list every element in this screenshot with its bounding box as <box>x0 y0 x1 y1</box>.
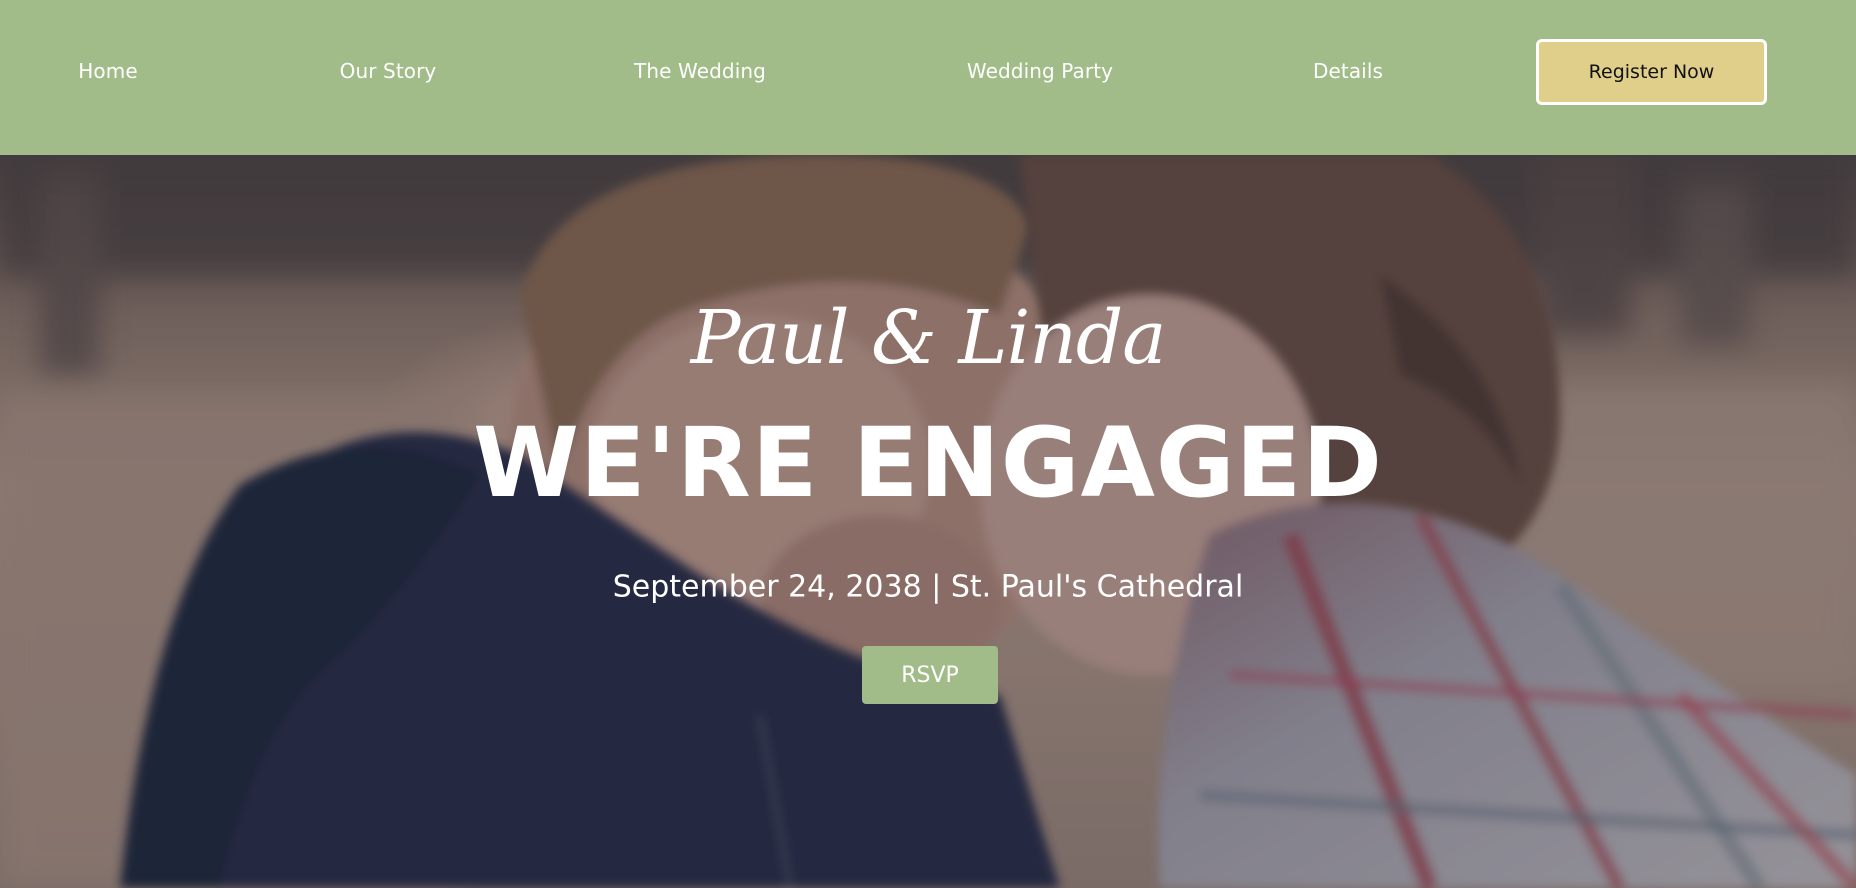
nav-our-story-link[interactable]: Our Story <box>340 59 437 83</box>
hero-overlay <box>0 155 1856 888</box>
nav-home-link[interactable]: Home <box>78 59 137 83</box>
rsvp-button[interactable]: RSVP <box>862 646 998 704</box>
couple-names-script: Paul & Linda <box>690 295 1167 381</box>
nav-the-wedding-link[interactable]: The Wedding <box>634 59 766 83</box>
event-date-location: September 24, 2038 | St. Paul's Cathedra… <box>612 569 1244 605</box>
nav-details-link[interactable]: Details <box>1313 59 1383 83</box>
top-navbar: Home Our Story The Wedding Wedding Party… <box>0 0 1856 155</box>
hero-section: Paul & Linda WE'RE ENGAGED September 24,… <box>0 155 1856 888</box>
register-now-button[interactable]: Register Now <box>1536 39 1767 105</box>
engaged-heading: WE'RE ENGAGED <box>473 407 1383 519</box>
nav-wedding-party-link[interactable]: Wedding Party <box>967 59 1113 83</box>
